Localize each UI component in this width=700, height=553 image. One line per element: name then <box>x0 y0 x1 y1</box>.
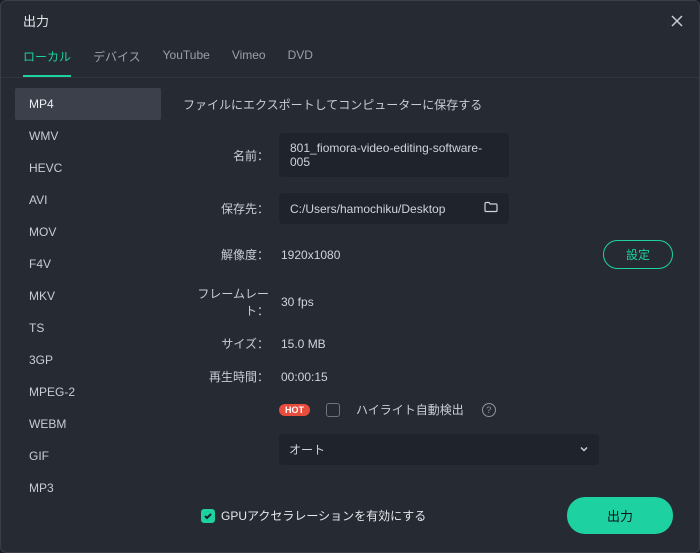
titlebar: 出力 <box>1 1 699 36</box>
format-mkv[interactable]: MKV <box>15 280 161 312</box>
name-input[interactable]: 801_fiomora-video-editing-software-005 <box>279 133 509 177</box>
tab-local[interactable]: ローカル <box>23 42 71 77</box>
settings-button[interactable]: 設定 <box>603 240 673 269</box>
tab-device[interactable]: デバイス <box>93 42 141 77</box>
dialog-title: 出力 <box>23 11 49 30</box>
label-name: 名前： <box>183 147 279 164</box>
gpu-accel-row: GPUアクセラレーションを有効にする <box>201 507 426 524</box>
tab-vimeo[interactable]: Vimeo <box>232 42 266 77</box>
row-resolution: 解像度： 1920x1080 設定 <box>183 240 673 269</box>
format-mpeg2[interactable]: MPEG-2 <box>15 376 161 408</box>
close-icon[interactable] <box>669 13 685 29</box>
format-f4v[interactable]: F4V <box>15 248 161 280</box>
row-saveto: 保存先： C:/Users/hamochiku/Desktop <box>183 193 673 224</box>
label-resolution: 解像度： <box>183 246 279 263</box>
settings-panel: ファイルにエクスポートしてコンピューターに保存する 名前： 801_fiomor… <box>173 78 699 482</box>
resolution-value: 1920x1080 <box>279 248 340 262</box>
gpu-checkbox[interactable] <box>201 509 215 523</box>
format-3gp[interactable]: 3GP <box>15 344 161 376</box>
size-value: 15.0 MB <box>279 337 326 351</box>
folder-icon[interactable] <box>484 201 498 216</box>
highlight-label: ハイライト自動検出 <box>356 401 464 418</box>
highlight-mode-select[interactable]: オート <box>279 434 599 465</box>
row-name: 名前： 801_fiomora-video-editing-software-0… <box>183 133 673 177</box>
select-value: オート <box>289 441 325 458</box>
row-select: オート <box>183 434 673 465</box>
row-size: サイズ： 15.0 MB <box>183 335 673 352</box>
format-mp4[interactable]: MP4 <box>15 88 161 120</box>
row-framerate: フレームレート： 30 fps <box>183 285 673 319</box>
framerate-value: 30 fps <box>279 295 314 309</box>
export-button[interactable]: 出力 <box>567 497 673 534</box>
format-mov[interactable]: MOV <box>15 216 161 248</box>
format-sidebar: MP4 WMV HEVC AVI MOV F4V MKV TS 3GP MPEG… <box>1 78 173 482</box>
dialog-body: MP4 WMV HEVC AVI MOV F4V MKV TS 3GP MPEG… <box>1 78 699 482</box>
panel-description: ファイルにエクスポートしてコンピューターに保存する <box>183 96 673 113</box>
format-webm[interactable]: WEBM <box>15 408 161 440</box>
export-dialog: 出力 ローカル デバイス YouTube Vimeo DVD MP4 WMV H… <box>0 0 700 553</box>
label-duration: 再生時間： <box>183 368 279 385</box>
row-highlight: HOT ハイライト自動検出 ? <box>183 401 673 418</box>
highlight-checkbox[interactable] <box>326 403 340 417</box>
row-duration: 再生時間： 00:00:15 <box>183 368 673 385</box>
tab-dvd[interactable]: DVD <box>288 42 313 77</box>
help-icon[interactable]: ? <box>482 403 496 417</box>
format-wmv[interactable]: WMV <box>15 120 161 152</box>
chevron-down-icon <box>579 443 589 457</box>
format-ts[interactable]: TS <box>15 312 161 344</box>
label-saveto: 保存先： <box>183 200 279 217</box>
hot-badge: HOT <box>279 404 310 416</box>
saveto-input[interactable]: C:/Users/hamochiku/Desktop <box>279 193 509 224</box>
dialog-footer: GPUアクセラレーションを有効にする 出力 <box>1 482 699 552</box>
gpu-label: GPUアクセラレーションを有効にする <box>221 507 426 524</box>
label-framerate: フレームレート： <box>183 285 279 319</box>
format-avi[interactable]: AVI <box>15 184 161 216</box>
tab-youtube[interactable]: YouTube <box>163 42 210 77</box>
saveto-value: C:/Users/hamochiku/Desktop <box>290 202 445 216</box>
label-size: サイズ： <box>183 335 279 352</box>
duration-value: 00:00:15 <box>279 370 328 384</box>
format-hevc[interactable]: HEVC <box>15 152 161 184</box>
format-gif[interactable]: GIF <box>15 440 161 472</box>
output-target-tabs: ローカル デバイス YouTube Vimeo DVD <box>1 36 699 78</box>
